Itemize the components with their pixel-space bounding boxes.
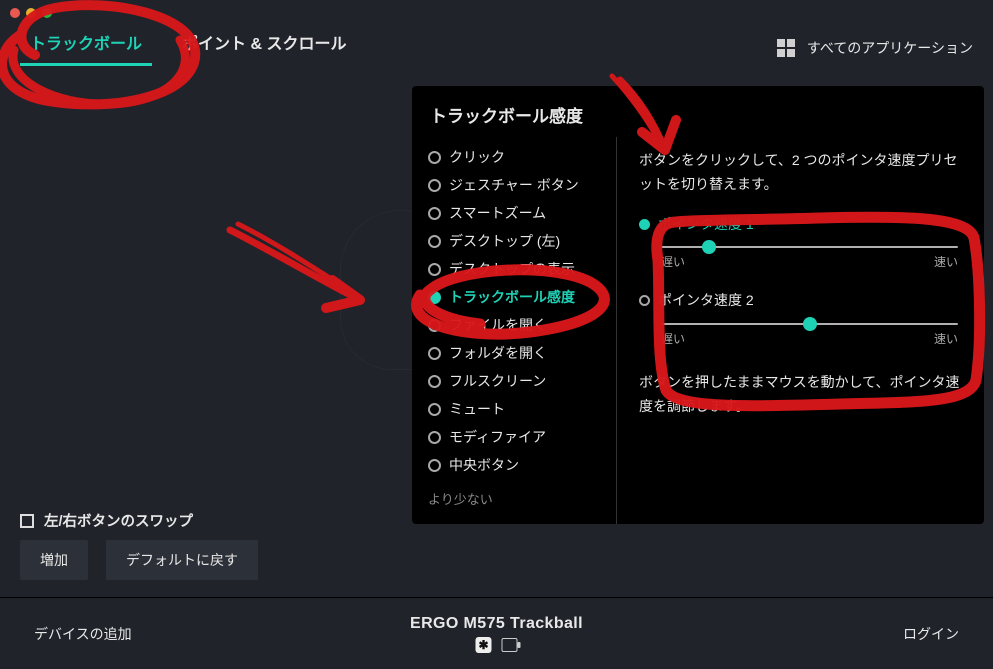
radio-selected-icon bbox=[428, 291, 441, 304]
detail-intro: ボタンをクリックして、2 つのポインタ速度プリセットを切り替えます。 bbox=[639, 149, 962, 197]
radio-unselected-icon bbox=[428, 319, 441, 332]
window-traffic-lights bbox=[10, 8, 52, 18]
footer: デバイスの追加 ERGO M575 Trackball ✱ ログイン bbox=[0, 597, 993, 669]
pointer-speed-2-slider[interactable]: 遅い 速い bbox=[661, 323, 958, 349]
action-item-8[interactable]: フルスクリーン bbox=[426, 367, 610, 395]
detail-pane: ボタンをクリックして、2 つのポインタ速度プリセットを切り替えます。 ポインタ速… bbox=[617, 137, 984, 524]
action-item-3[interactable]: デスクトップ (左) bbox=[426, 227, 610, 255]
radio-unselected-icon bbox=[428, 179, 441, 192]
all-apps-button[interactable]: すべてのアプリケーション bbox=[777, 38, 973, 58]
action-item-label: ジェスチャー ボタン bbox=[449, 175, 579, 195]
slow-label: 遅い bbox=[661, 329, 685, 349]
add-button[interactable]: 増加 bbox=[20, 540, 88, 580]
radio-unselected-icon bbox=[428, 347, 441, 360]
radio-unselected-icon bbox=[428, 403, 441, 416]
detail-note: ボタンを押したままマウスを動かして、ポインタ速度を調節します。 bbox=[639, 371, 962, 419]
pointer-speed-1-slider[interactable]: 遅い 速い bbox=[661, 246, 958, 272]
device-name: ERGO M575 Trackball bbox=[410, 615, 583, 633]
fast-label: 速い bbox=[934, 329, 958, 349]
fast-label: 速い bbox=[934, 252, 958, 272]
action-item-label: ファイルを開く bbox=[449, 315, 547, 335]
action-item-label: フォルダを開く bbox=[449, 343, 547, 363]
battery-icon bbox=[501, 638, 517, 652]
pointer-speed-2-label: ポインタ速度 2 bbox=[658, 289, 754, 313]
tab-trackball[interactable]: トラックボール bbox=[30, 30, 142, 66]
tab-point-scroll[interactable]: ポイント & スクロール bbox=[182, 30, 346, 66]
panel-title: トラックボール感度 bbox=[412, 86, 984, 137]
action-item-4[interactable]: デスクトップの表示 bbox=[426, 255, 610, 283]
action-item-7[interactable]: フォルダを開く bbox=[426, 339, 610, 367]
pointer-speed-2-option[interactable]: ポインタ速度 2 bbox=[639, 289, 962, 313]
action-item-1[interactable]: ジェスチャー ボタン bbox=[426, 171, 610, 199]
slow-label: 遅い bbox=[661, 252, 685, 272]
action-item-label: スマートズーム bbox=[449, 203, 546, 223]
minimize-dot-icon[interactable] bbox=[26, 8, 36, 18]
action-item-10[interactable]: モディファイア bbox=[426, 423, 610, 451]
checkbox-icon bbox=[20, 514, 34, 528]
radio-unselected-icon bbox=[428, 207, 441, 220]
radio-unselected-icon bbox=[428, 235, 441, 248]
action-item-2[interactable]: スマートズーム bbox=[426, 199, 610, 227]
action-item-9[interactable]: ミュート bbox=[426, 395, 610, 423]
login-button[interactable]: ログイン bbox=[903, 624, 959, 644]
action-item-0[interactable]: クリック bbox=[426, 143, 610, 171]
receiver-icon: ✱ bbox=[475, 637, 491, 653]
action-item-11[interactable]: 中央ボタン bbox=[426, 451, 610, 479]
show-less-link[interactable]: より少ない bbox=[426, 479, 610, 512]
action-item-label: 中央ボタン bbox=[449, 455, 519, 475]
settings-panel: トラックボール感度 クリックジェスチャー ボタンスマートズームデスクトップ (左… bbox=[412, 86, 984, 524]
action-item-label: クリック bbox=[449, 147, 505, 167]
zoom-dot-icon[interactable] bbox=[42, 8, 52, 18]
action-item-label: ミュート bbox=[449, 399, 505, 419]
add-device-button[interactable]: デバイスの追加 bbox=[34, 624, 132, 644]
action-list: クリックジェスチャー ボタンスマートズームデスクトップ (左) デスクトップの表示… bbox=[412, 137, 617, 524]
action-item-5[interactable]: トラックボール感度 bbox=[426, 283, 610, 311]
radio-selected-icon bbox=[639, 219, 650, 230]
action-item-label: デスクトップ (左) bbox=[449, 231, 560, 251]
swap-label: 左/右ボタンのスワップ bbox=[44, 510, 193, 531]
radio-unselected-icon bbox=[428, 459, 441, 472]
action-item-label: モディファイア bbox=[449, 427, 546, 447]
radio-unselected-icon bbox=[639, 295, 650, 306]
swap-buttons-checkbox[interactable]: 左/右ボタンのスワップ bbox=[20, 510, 193, 531]
grid-icon bbox=[777, 39, 795, 57]
radio-unselected-icon bbox=[428, 263, 441, 276]
action-item-label: トラックボール感度 bbox=[449, 287, 575, 307]
close-dot-icon[interactable] bbox=[10, 8, 20, 18]
reset-default-button[interactable]: デフォルトに戻す bbox=[106, 540, 258, 580]
radio-unselected-icon bbox=[428, 151, 441, 164]
action-item-6[interactable]: ファイルを開く bbox=[426, 311, 610, 339]
action-item-label: デスクトップの表示 bbox=[449, 259, 575, 279]
all-apps-label: すべてのアプリケーション bbox=[807, 38, 973, 58]
action-item-label: フルスクリーン bbox=[449, 371, 546, 391]
pointer-speed-1-label: ポインタ速度 1 bbox=[658, 213, 754, 237]
radio-unselected-icon bbox=[428, 375, 441, 388]
radio-unselected-icon bbox=[428, 431, 441, 444]
pointer-speed-1-option[interactable]: ポインタ速度 1 bbox=[639, 213, 962, 237]
